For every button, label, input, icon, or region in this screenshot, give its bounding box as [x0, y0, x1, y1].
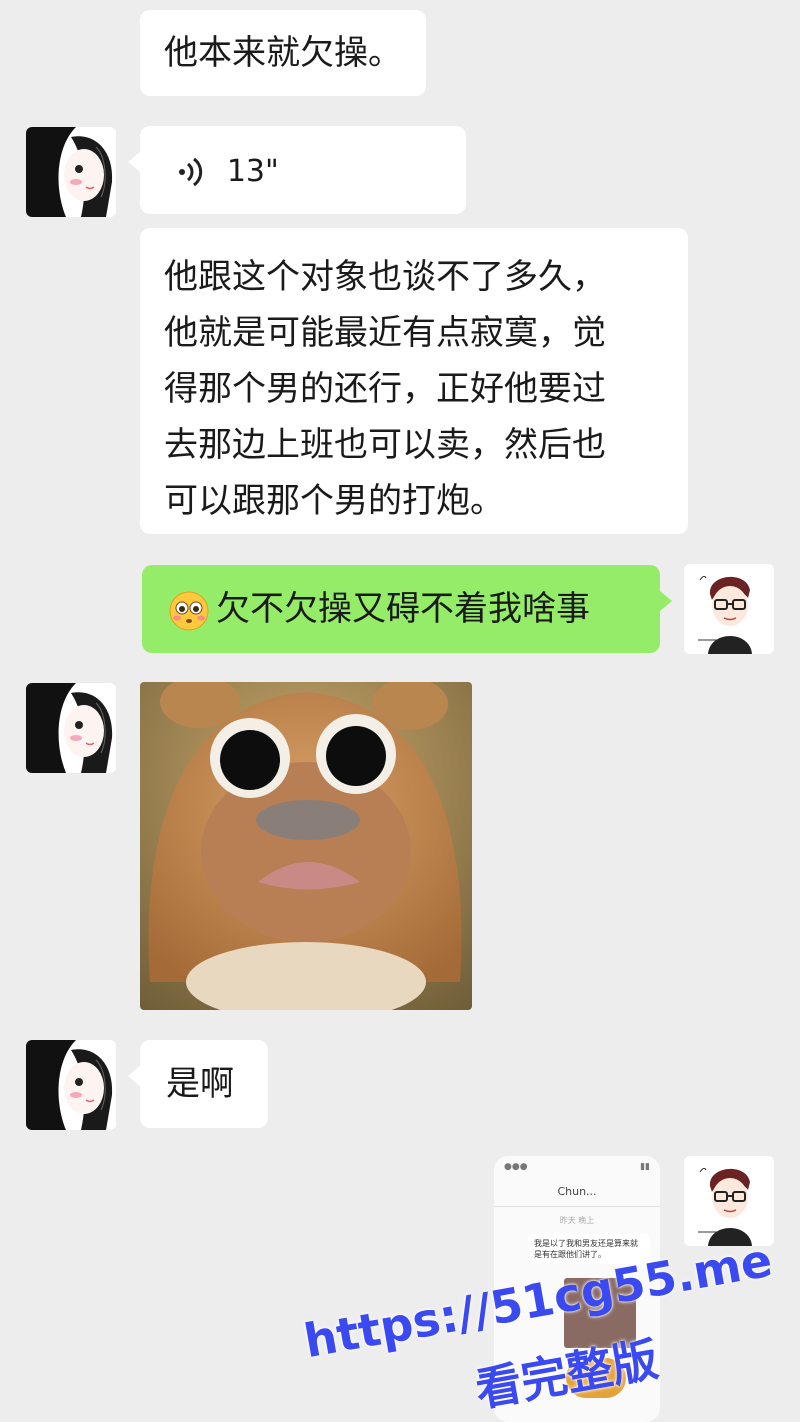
received-text-bubble[interactable]: 是啊 — [128, 1040, 268, 1128]
contact-avatar[interactable] — [26, 683, 116, 773]
message-text: 是啊 — [166, 1064, 234, 1104]
bear-face-image — [140, 682, 472, 1010]
voice-waves-icon — [179, 157, 203, 186]
user-avatar[interactable] — [684, 1156, 774, 1246]
received-text-bubble[interactable]: 他跟这个对象也谈不了多久， 他就是可能最近有点寂寞，觉 得那个男的还行，正好他要… — [140, 228, 688, 534]
flushed-face-icon — [169, 591, 209, 630]
sad-bear-sticker[interactable] — [140, 682, 472, 1010]
screenshot-status-bar: ●●● ▮▮ — [504, 1162, 650, 1172]
message-text: 他跟这个对象也谈不了多久， 他就是可能最近有点寂寞，觉 得那个男的还行，正好他要… — [164, 257, 606, 521]
user-avatar[interactable] — [684, 564, 774, 654]
screenshot-contact-name: Chun... — [494, 1178, 660, 1207]
voice-duration: 13" — [226, 153, 279, 189]
sent-text-bubble[interactable]: 欠不欠操又碍不着我啥事 — [142, 565, 672, 653]
voice-message-bubble[interactable]: 13" — [128, 126, 466, 214]
message-text: 欠不欠操又碍不着我啥事 — [216, 589, 590, 629]
contact-avatar[interactable] — [26, 127, 116, 217]
contact-avatar[interactable] — [26, 1040, 116, 1130]
screenshot-time-label: 昨天 晚上 — [559, 1216, 595, 1225]
message-text: 他本来就欠操。 — [164, 33, 402, 73]
received-text-bubble[interactable]: 他本来就欠操。 — [140, 10, 426, 96]
